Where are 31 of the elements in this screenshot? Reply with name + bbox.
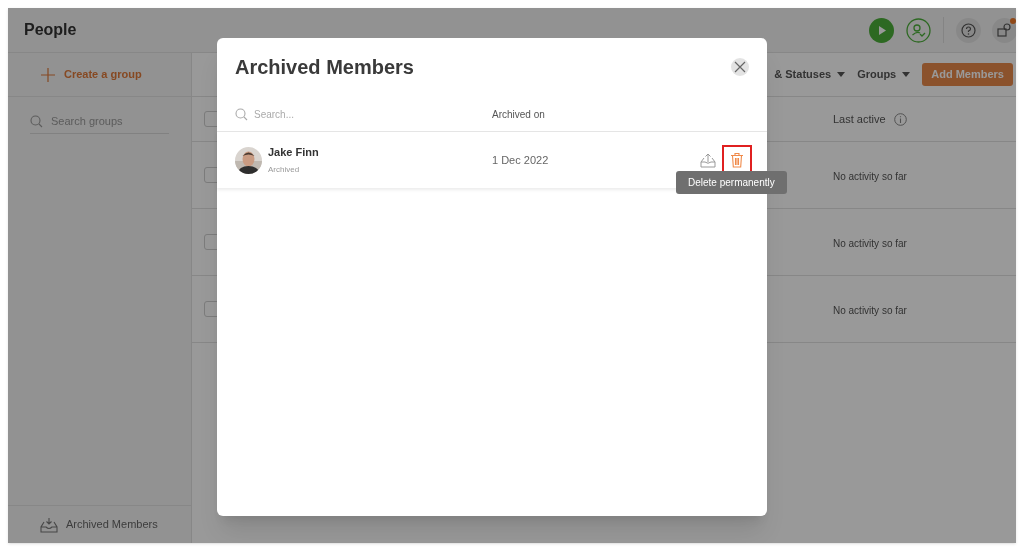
filter-dropdown[interactable]: & Statuses [774, 66, 846, 83]
column-header: Last active [833, 111, 886, 127]
table-cell: No activity so far [833, 305, 907, 316]
tooltip: Delete permanently [676, 171, 787, 194]
close-button[interactable] [731, 58, 749, 76]
help-icon[interactable] [956, 17, 981, 43]
search-icon [30, 114, 43, 128]
archived-members-link[interactable]: Archived Members [40, 516, 158, 533]
member-name: Jake Finn [268, 145, 319, 161]
inbox-icon [40, 516, 58, 533]
page-title: People [24, 20, 77, 40]
search-icon [235, 108, 248, 121]
add-members-button[interactable]: Add Members [922, 63, 1013, 86]
plus-icon [40, 66, 56, 83]
table-cell: No activity so far [833, 171, 907, 182]
table-cell: No activity so far [833, 238, 907, 249]
close-icon [734, 61, 746, 73]
trash-icon [730, 152, 744, 168]
member-search-field[interactable]: Search... [254, 107, 454, 122]
upload-icon [700, 152, 716, 168]
play-button[interactable] [869, 17, 894, 43]
restore-button[interactable] [699, 151, 717, 169]
info-icon [893, 112, 907, 126]
create-group-link[interactable]: Create a group [40, 66, 142, 83]
column-header: Archived on [492, 108, 545, 122]
member-status: Archived [268, 163, 301, 176]
caret-icon [837, 72, 846, 77]
filter-dropdown[interactable]: Groups [857, 66, 911, 83]
caret-icon [902, 72, 911, 77]
archived-date: 1 Dec 2022 [492, 152, 549, 168]
modal-title: Archived Members [235, 55, 414, 80]
